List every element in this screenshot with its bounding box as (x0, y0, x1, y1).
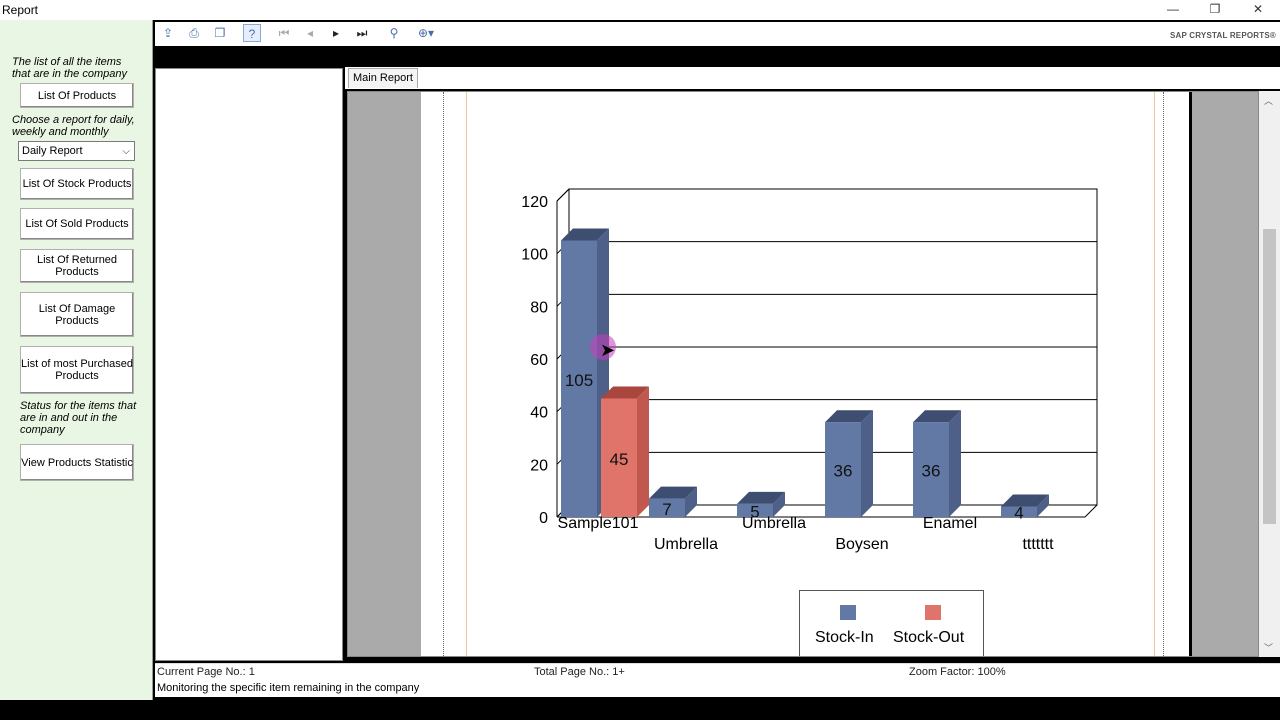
tab-strip: Main Report (345, 67, 1280, 89)
gridline-depth (556, 188, 570, 202)
group-tree-panel[interactable] (155, 68, 343, 661)
list-of-most-purchased-button[interactable]: List of most Purchased Products (20, 346, 134, 394)
close-button[interactable]: ✕ (1237, 0, 1279, 20)
scroll-down-icon[interactable]: ﹀ (1264, 641, 1273, 654)
chart-legend: Stock-In Stock-Out (799, 590, 984, 656)
chevron-down-icon: ⌵ (122, 146, 130, 157)
find-icon[interactable]: ⚲ (385, 24, 403, 42)
title-bar: Report — ❐ ✕ (0, 0, 1280, 20)
zoom-status: Zoom Factor: 100% (909, 666, 1006, 678)
bar-stock-in-side (949, 410, 961, 517)
y-tick-label: 80 (530, 299, 548, 316)
print-icon[interactable]: ⎙ (185, 24, 203, 42)
legend-swatch-stock-in (840, 605, 856, 620)
copy-icon[interactable]: ❐ (211, 24, 229, 42)
toolbar: ⇪ ⎙ ❐ ? ⏮ ◂ ▸ ⏭ ⚲ ⊕▾ SAP CRYSTAL REPORTS… (155, 22, 1280, 46)
x-tick-label: Sample101 (558, 515, 639, 532)
status-hint: Monitoring the specific item remaining i… (155, 680, 1280, 697)
zoom-icon[interactable]: ⊕▾ (413, 24, 439, 42)
plot-depth-edge (1084, 504, 1098, 518)
list-of-products-button[interactable]: List Of Products (20, 83, 134, 108)
previous-page-icon[interactable]: ◂ (301, 24, 319, 42)
stock-chart: 020406080100120105457 536 364Sample101Umbr… (521, 188, 1098, 553)
products-note: The list of all the items that are in th… (12, 56, 127, 80)
bar-stock-in-value-label: 7 (662, 500, 671, 519)
brand-label: SAP CRYSTAL REPORTS® (1169, 31, 1276, 40)
list-of-sold-products-button[interactable]: List Of Sold Products (20, 208, 134, 240)
page-edge (1189, 92, 1192, 656)
y-tick-label: 60 (530, 352, 548, 369)
toggle-group-tree-icon[interactable]: ? (243, 24, 261, 42)
list-of-damage-products-button[interactable]: List Of Damage Products (20, 292, 134, 337)
next-page-icon[interactable]: ▸ (327, 24, 345, 42)
scroll-thumb[interactable] (1263, 229, 1276, 524)
minimize-button[interactable]: — (1152, 0, 1194, 20)
window-title: Report (2, 3, 39, 17)
report-page: 0 20 40 60 80 100 120 105 45 7 5 36 36 4 Sample101 Umbr… (421, 92, 1189, 656)
view-products-statistic-button[interactable]: View Products Statistic (20, 444, 134, 481)
x-tick-label: Umbrella (654, 536, 718, 553)
legend-label-stock-out: Stock-Out (893, 629, 965, 646)
y-tick-label: 120 (521, 194, 548, 211)
restore-button[interactable]: ❐ (1194, 0, 1236, 20)
x-tick-label: Boysen (835, 536, 888, 553)
bar-stock-in-side (861, 410, 873, 517)
y-tick-label: 100 (521, 247, 548, 264)
bar-stock-in-value-label: 4 (1014, 504, 1023, 523)
report-period-select[interactable]: Daily Report ⌵ (18, 141, 135, 161)
list-of-stock-products-button[interactable]: List Of Stock Products (20, 168, 134, 200)
list-of-returned-products-button[interactable]: List Of Returned Products (20, 249, 134, 283)
export-icon[interactable]: ⇪ (159, 24, 177, 42)
bar-stock-in-value-label: 36 (922, 462, 941, 481)
y-tick-label: 0 (539, 510, 548, 527)
bar-stock-out-value-label: 45 (610, 450, 629, 469)
y-tick-label: 20 (530, 457, 548, 474)
report-note: Choose a report for daily, weekly and mo… (12, 114, 135, 138)
mouse-pointer-icon: ➤ (600, 340, 616, 360)
left-panel: The list of all the items that are in th… (0, 20, 153, 700)
bar-stock-out-side (637, 386, 649, 517)
status-note: Status for the items that are in and out… (20, 400, 137, 436)
bar-stock-in-value-label: 36 (834, 462, 853, 481)
current-page-status: Current Page No.: 1 (157, 666, 255, 678)
report-viewer[interactable]: 0 20 40 60 80 100 120 105 45 7 5 36 36 4 Sample101 Umbr… (347, 91, 1259, 657)
first-page-icon[interactable]: ⏮ (275, 24, 293, 42)
x-tick-label: Umbrella (742, 515, 806, 532)
x-tick-label: Enamel (923, 515, 977, 532)
last-page-icon[interactable]: ⏭ (353, 24, 371, 42)
bar-stock-in-value-label: 105 (565, 371, 593, 390)
legend-swatch-stock-out (925, 605, 941, 620)
y-tick-label: 40 (530, 405, 548, 422)
status-bar: Current Page No.: 1 Total Page No.: 1+ Z… (155, 663, 1280, 680)
total-page-status: Total Page No.: 1+ (534, 666, 625, 678)
x-tick-label: ttttttt (1022, 536, 1054, 553)
tab-main-report[interactable]: Main Report (348, 68, 418, 88)
vertical-scrollbar[interactable]: ︿ ﹀ (1259, 91, 1280, 657)
scroll-up-icon[interactable]: ︿ (1264, 94, 1273, 107)
legend-label-stock-in: Stock-In (815, 629, 874, 646)
report-period-value: Daily Report (22, 145, 83, 157)
